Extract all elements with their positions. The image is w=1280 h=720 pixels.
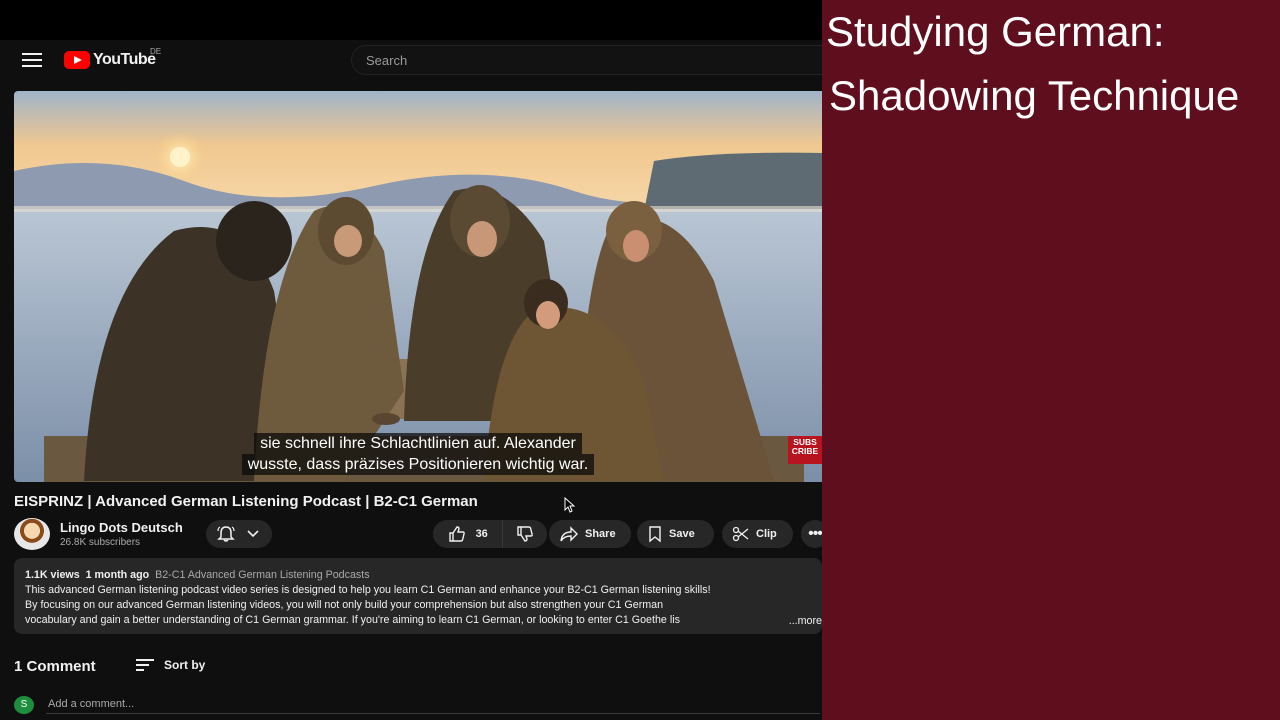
caption-line-2: wusste, dass präzises Positionieren wich… [241,454,595,475]
top-black-bar [0,0,822,40]
description-line-1: This advanced German listening podcast v… [25,584,711,596]
video-player[interactable]: sie schnell ihre Schlachtlinien auf. Ale… [14,91,822,482]
overlay-title-line-2: Shadowing Technique [829,72,1240,119]
search-input[interactable] [351,45,822,75]
caption-line-1: sie schnell ihre Schlachtlinien auf. Ale… [254,433,582,454]
overlay-title-line-1: Studying German: [826,8,1165,55]
thumbs-up-icon [448,526,465,542]
description-meta: 1.1K views 1 month ago B2-C1 Advanced Ge… [25,568,811,583]
sort-by-label: Sort by [164,658,206,672]
masthead: YouTube DE [0,40,822,80]
video-title: EISPRINZ | Advanced German Listening Pod… [14,493,478,510]
chevron-down-icon [247,530,259,538]
bell-icon [217,526,235,542]
description-line-3: vocabulary and gain a better understandi… [25,614,680,626]
upload-age: 1 month ago [85,569,150,581]
playlist-link[interactable]: B2-C1 Advanced German Listening Podcasts [155,569,369,581]
country-code: DE [150,47,162,56]
save-button[interactable]: Save [637,520,714,548]
user-avatar: S [14,696,34,714]
like-button[interactable]: 36 [433,520,504,548]
clip-button[interactable]: Clip [722,520,793,548]
video-frame-image [14,91,822,482]
logo-text: YouTube [93,51,156,68]
like-dislike-group: 36 [433,520,547,548]
youtube-logo[interactable]: YouTube DE [64,47,161,72]
notification-button[interactable] [206,520,272,548]
overlay-title-panel: Studying German: Shadowing Technique [822,0,1280,720]
add-comment-row: S [14,695,822,715]
description-box[interactable]: 1.1K views 1 month ago B2-C1 Advanced Ge… [14,558,822,634]
thumbs-down-icon [517,526,534,542]
dislike-button[interactable] [503,520,547,548]
overlay-title: Studying German: Shadowing Technique [826,0,1240,128]
video-caption: sie schnell ihre Schlachtlinien auf. Ale… [14,433,822,475]
mouse-cursor-icon [564,497,575,513]
channel-name[interactable]: Lingo Dots Deutsch [60,520,183,535]
sort-icon [136,659,154,671]
description-line-2: By focusing on our advanced German liste… [25,599,664,611]
owner-row: Lingo Dots Deutsch 26.8K subscribers 36 [14,518,822,550]
scissors-icon [732,526,749,542]
view-count: 1.1K views [25,569,80,581]
sort-by-button[interactable]: Sort by [136,658,205,672]
youtube-play-icon [64,51,90,69]
youtube-page: YouTube DE Search sie schnell ihre Schla… [0,40,822,720]
more-actions-icon[interactable]: ••• [801,520,822,548]
save-label: Save [669,528,695,540]
add-comment-input[interactable] [46,697,820,714]
subscriber-count: 26.8K subscribers [60,537,141,548]
share-icon [560,526,578,542]
menu-icon[interactable] [22,53,42,67]
channel-avatar[interactable] [14,518,50,550]
share-label: Share [585,528,616,540]
share-button[interactable]: Share [549,520,631,548]
clip-label: Clip [756,528,777,540]
subscribe-badge[interactable]: SUBS CRIBE [788,436,822,464]
like-count: 36 [475,528,488,540]
show-more-link[interactable]: ...more [785,614,822,629]
comments-heading: 1 Comment [14,658,96,675]
bookmark-icon [649,526,661,543]
